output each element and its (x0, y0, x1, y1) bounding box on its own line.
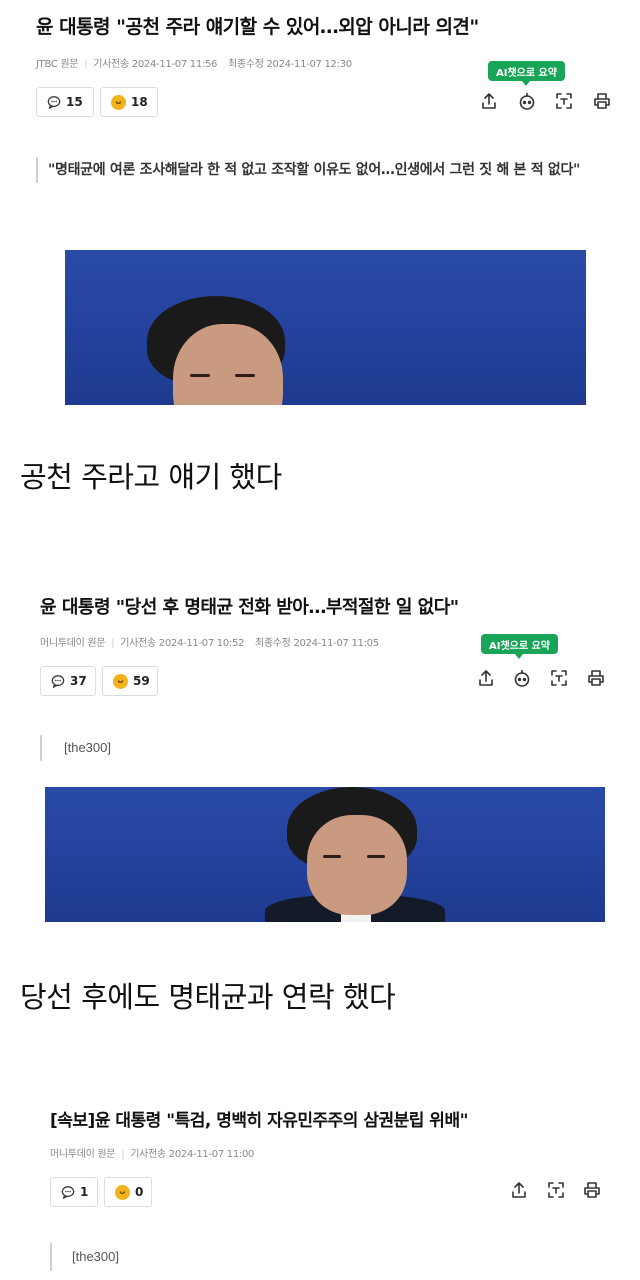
article-3-meta: 머니투데이 원문 | 기사전송 2024-11-07 11:00 (50, 1149, 255, 1160)
smile-emoji-icon: ᴗ (113, 673, 128, 689)
president-figure (145, 296, 305, 405)
article-3-reaction-count: 0 (135, 1185, 144, 1199)
article-1-source[interactable]: JTBC 원문 (36, 59, 79, 70)
president-figure (265, 787, 445, 922)
article-2-edited-label: 최종수정 (254, 638, 291, 649)
article-1-photo[interactable] (65, 250, 586, 405)
article-3-comment-button[interactable]: 1 (50, 1177, 98, 1207)
article-3-tag: [the300] (50, 1243, 119, 1271)
caption-1: 공천 주라고 얘기 했다 (20, 460, 282, 494)
share-icon[interactable] (475, 667, 497, 689)
article-3-comment-count: 1 (80, 1185, 89, 1199)
smile-emoji-icon: ᴗ (115, 1184, 130, 1200)
article-2-edited-time: 2024-11-07 11:05 (293, 638, 379, 649)
article-3-headline[interactable]: [속보]윤 대통령 "특검, 명백히 자유민주주의 삼권분립 위배" (50, 1106, 468, 1131)
article-2-sent-label: 기사전송 (120, 638, 156, 649)
article-2-tag: [the300] (40, 735, 111, 761)
article-1-sent-time: 2024-11-07 11:56 (131, 59, 218, 70)
text-scan-icon[interactable] (548, 667, 570, 689)
article-1-reaction-count: 18 (131, 95, 148, 109)
article-2-sent-time: 2024-11-07 10:52 (158, 638, 245, 649)
article-2-meta: 머니투데이 원문 | 기사전송 2024-11-07 10:52 최종수정 2024… (40, 638, 379, 649)
article-3-source[interactable]: 머니투데이 원문 (50, 1149, 115, 1160)
print-icon[interactable] (591, 90, 613, 112)
comment-icon (47, 95, 61, 109)
article-1-reaction-button[interactable]: ᴗ 18 (100, 87, 158, 117)
print-icon[interactable] (585, 667, 607, 689)
share-icon[interactable] (508, 1179, 530, 1201)
article-2-source[interactable]: 머니투데이 원문 (40, 638, 105, 649)
article-3-sent-label: 기사전송 (130, 1149, 166, 1160)
article-1-comment-count: 15 (66, 95, 83, 109)
article-1-ai-summary-badge[interactable]: AI챗으로 요약 (488, 61, 565, 86)
article-1-headline[interactable]: 윤 대통령 "공천 주라 얘기할 수 있어…외압 아니라 의견" (36, 12, 479, 39)
comment-icon (61, 1185, 75, 1199)
ai-bot-icon[interactable] (516, 90, 538, 112)
article-2-photo[interactable] (45, 787, 605, 922)
text-scan-icon[interactable] (545, 1179, 567, 1201)
article-1-edited-label: 최종수정 (228, 59, 264, 70)
smile-emoji-icon: ᴗ (111, 94, 126, 110)
comment-icon (51, 674, 65, 688)
article-1-edited-time: 2024-11-07 12:30 (266, 59, 353, 70)
share-icon[interactable] (478, 90, 500, 112)
article-2-reaction-button[interactable]: ᴗ 59 (102, 666, 158, 696)
article-3-reaction-button[interactable]: ᴗ 0 (104, 1177, 152, 1207)
article-2-ai-summary-badge[interactable]: AI챗으로 요약 (481, 634, 558, 659)
article-1-meta: JTBC 원문 | 기사전송 2024-11-07 11:56 최종수정 2024-… (36, 59, 353, 70)
article-1-comment-button[interactable]: 15 (36, 87, 94, 117)
article-1-sent-label: 기사전송 (93, 59, 129, 70)
ai-bot-icon[interactable] (511, 667, 533, 689)
print-icon[interactable] (581, 1179, 603, 1201)
article-2-reaction-count: 59 (133, 674, 150, 688)
article-2-comment-count: 37 (70, 674, 87, 688)
article-2-comment-button[interactable]: 37 (40, 666, 96, 696)
article-3-sent-time: 2024-11-07 11:00 (168, 1149, 255, 1160)
caption-2: 당선 후에도 명태균과 연락 했다 (20, 980, 396, 1014)
text-scan-icon[interactable] (553, 90, 575, 112)
article-2-headline[interactable]: 윤 대통령 "당선 후 명태균 전화 받아…부적절한 일 없다" (40, 593, 459, 619)
article-1-subheadline: "명태균에 여론 조사해달라 한 적 없고 조작할 이유도 없어…인생에서 그런… (36, 157, 616, 183)
